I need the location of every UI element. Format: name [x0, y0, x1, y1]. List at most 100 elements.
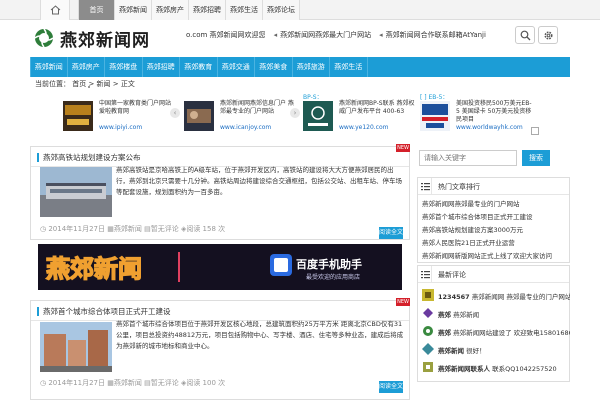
accent-bar: [37, 153, 39, 162]
main-nav-item[interactable]: 燕郊美食: [255, 57, 293, 77]
search-input[interactable]: [419, 150, 517, 166]
news-ticker[interactable]: o.com 燕郊新闻网欢迎您 ◂ 燕郊新闻网燕郊最大门户网站 ◂ 燕郊新闻网合作联系邮箱…: [186, 30, 486, 42]
latest-comments-panel: 最新评论 1234567 燕郊新闻网 燕郊最专业的门户网站欢迎大家访问 燕郊 燕…: [417, 265, 570, 382]
banner-left-text: 燕郊新闻: [46, 255, 142, 283]
hot-article-link[interactable]: 燕郊新闻网新版网站正式上线了欢迎大家访问: [422, 250, 567, 260]
comment-text: 燕郊新闻网站建设了 欢迎致电15801686821燕郊: [453, 329, 570, 337]
comment-item[interactable]: 1234567 燕郊新闻网 燕郊最专业的门户网站欢迎大家访问: [422, 289, 570, 301]
top-nav-item[interactable]: 燕郊生活: [226, 0, 263, 20]
panel-title: 热门文章排行: [438, 183, 480, 191]
divider-dot: [88, 86, 90, 88]
hot-article-link[interactable]: 燕郊高铁站规划建设方案3000万元: [422, 224, 567, 234]
article-views: 阅读 158 次: [186, 225, 226, 233]
ad-url: www.worldwayhk.com: [456, 124, 523, 131]
article-excerpt: 燕郊高铁站是京哈高铁上的A级车站，位于燕郊开发区内，高铁站的建设将大大方便燕郊居…: [116, 166, 402, 196]
panel-title: 最新评论: [438, 271, 466, 279]
ad-title: 燕郊新闻网BP-S联系 燕郊权威门户发布平台 400-63: [339, 100, 415, 115]
comment-user: 燕郊新闻网联系人: [438, 365, 490, 373]
article-comments[interactable]: 暂无评论: [151, 379, 179, 387]
banner-graphic: 燕郊新闻 百度手机助手 最受欢迎的应用商店: [38, 244, 402, 290]
top-nav-item[interactable]: 燕郊招聘: [189, 0, 226, 20]
comment-item[interactable]: 燕郊 燕郊新闻: [422, 307, 570, 319]
article-thumbnail[interactable]: [40, 167, 112, 217]
search-icon: [520, 30, 531, 41]
breadcrumb: 当前位置： 首页 > 新闻 > 正文: [35, 80, 135, 88]
speaker-icon: ◂: [379, 31, 383, 39]
top-nav-item[interactable]: 首页: [78, 0, 115, 20]
ticker-item[interactable]: 燕郊新闻网合作联系邮箱AtYanjiao.com: [386, 31, 486, 39]
panel-header: 热门文章排行: [418, 178, 569, 195]
main-nav-item[interactable]: 燕郊旅游: [293, 57, 330, 77]
article-card: 燕郊首个城市综合体项目正式开工建设 NEW 燕郊首个城市综合体项目位于燕郊开发区…: [30, 298, 410, 400]
hot-article-link[interactable]: 燕郊首个城市综合体项目正式开工建设: [422, 211, 567, 221]
avatar: [422, 289, 434, 301]
ticker-item[interactable]: o.com 燕郊新闻网欢迎您: [186, 31, 266, 39]
ad-item[interactable]: [ ] EB-5： 美国投资移民500万美元EB-5 美国绿卡 50万美元投资移…: [420, 94, 545, 136]
home-button[interactable]: [40, 0, 70, 20]
read-more-button[interactable]: 阅读全文: [379, 227, 403, 239]
ad-title: 燕郊新闻网燕郊信息门户 燕郊最专业的门户网站: [220, 100, 294, 115]
ad-info-icon[interactable]: [531, 127, 539, 135]
ticker-item[interactable]: 燕郊新闻网燕郊最大门户网站: [280, 31, 371, 39]
ad-item[interactable]: BP-S： 燕郊新闻网BP-S联系 燕郊权威门户发布平台 400-63 www.…: [303, 94, 415, 136]
comment-item[interactable]: 燕郊 燕郊新闻网站建设了 欢迎致电15801686821燕郊: [422, 325, 570, 337]
banner-slogan: 最受欢迎的应用商店: [306, 273, 360, 281]
new-badge: NEW: [396, 144, 410, 152]
main-nav-item[interactable]: 燕郊招聘: [143, 57, 180, 77]
avatar: [422, 343, 434, 355]
settings-button[interactable]: [538, 26, 558, 44]
ad-item[interactable]: 中国第一家教育类门户网站 爱啦教育网 www.ipiyi.com: [63, 94, 173, 136]
search-button[interactable]: 搜索: [522, 150, 550, 166]
ad-title: 美国投资移民500万美元EB-5 美国绿卡 50万美元投资移民项目: [456, 100, 532, 123]
article-comments[interactable]: 暂无评论: [151, 225, 179, 233]
top-nav-item[interactable]: 燕郊房产: [152, 0, 189, 20]
comment-user: 燕郊: [438, 311, 451, 319]
top-nav-item[interactable]: 燕郊论坛: [263, 0, 300, 20]
ad-item[interactable]: 燕郊新闻网燕郊信息门户 燕郊最专业的门户网站 www.icanjoy.com: [184, 94, 294, 136]
read-more-button[interactable]: 阅读全文: [379, 381, 403, 393]
speaker-icon: ◂: [273, 31, 278, 39]
top-nav-item[interactable]: 燕郊新闻: [115, 0, 152, 20]
ad-heading: [ ] EB-5：: [420, 94, 449, 101]
home-icon: [50, 5, 61, 15]
comment-user: 燕郊: [438, 329, 451, 337]
list-icon: [421, 183, 430, 191]
ad-url: www.icanjoy.com: [220, 124, 272, 131]
main-nav-item[interactable]: 燕郊生活: [330, 57, 368, 77]
main-nav-item[interactable]: 燕郊房产: [68, 57, 105, 77]
avatar: [422, 307, 434, 319]
article-card: 燕郊高铁站规划建设方案公布 NEW 燕郊高铁站是京哈高铁上的A级车站，位于燕郊开…: [30, 144, 410, 240]
article-category[interactable]: 燕郊新闻: [114, 225, 142, 233]
article-title[interactable]: 燕郊首个城市综合体项目正式开工建设: [43, 306, 171, 317]
hot-article-link[interactable]: 燕郊新闻网燕郊最专业的门户网站: [422, 198, 567, 208]
site-logo[interactable]: 燕郊新闻网: [34, 25, 154, 51]
article-thumbnail[interactable]: [40, 322, 112, 372]
main-nav-item[interactable]: 燕郊新闻: [30, 57, 68, 77]
comment-item[interactable]: 燕郊新闻网联系人 联系QQ1042257520: [422, 361, 570, 373]
main-nav-item[interactable]: 燕郊交通: [218, 57, 255, 77]
main-nav: 燕郊新闻 燕郊房产 燕郊楼盘 燕郊招聘 燕郊教育 燕郊交通 燕郊美食 燕郊旅游 燕郊生活: [30, 57, 570, 77]
hot-article-link[interactable]: 燕郊人民医院21日正式开业运营: [422, 237, 567, 247]
comment-text: 很好！: [466, 347, 486, 355]
article-date: 2014年11月27日: [48, 379, 105, 387]
article-category[interactable]: 燕郊新闻: [114, 379, 142, 387]
comment-item[interactable]: 燕郊新闻 很好！: [422, 343, 570, 355]
search-toggle-button[interactable]: [515, 26, 535, 44]
main-nav-item[interactable]: 燕郊教育: [180, 57, 218, 77]
panel-header: 最新评论: [418, 266, 569, 283]
main-nav-item[interactable]: 燕郊楼盘: [105, 57, 143, 77]
ad-thumbnail: [420, 101, 450, 131]
ad-thumbnail: [63, 101, 93, 131]
logo-text: 燕郊新闻网: [60, 31, 150, 51]
logo-emblem-icon: [34, 28, 54, 48]
article-title[interactable]: 燕郊高铁站规划建设方案公布: [43, 152, 141, 163]
banner-ad[interactable]: 燕郊新闻 百度手机助手 最受欢迎的应用商店: [38, 244, 402, 290]
ad-url: www.ye120.com: [339, 124, 389, 131]
ad-strip: 中国第一家教育类门户网站 爱啦教育网 www.ipiyi.com 燕郊新闻网燕郊…: [60, 94, 550, 136]
banner-brand: 百度手机助手: [296, 257, 362, 271]
comment-text: 联系QQ1042257520: [492, 365, 557, 373]
comment-user: 1234567: [438, 293, 470, 301]
avatar: [422, 361, 434, 373]
clock-icon: ◷: [40, 379, 47, 387]
article-views: 阅读 100 次: [186, 379, 226, 387]
